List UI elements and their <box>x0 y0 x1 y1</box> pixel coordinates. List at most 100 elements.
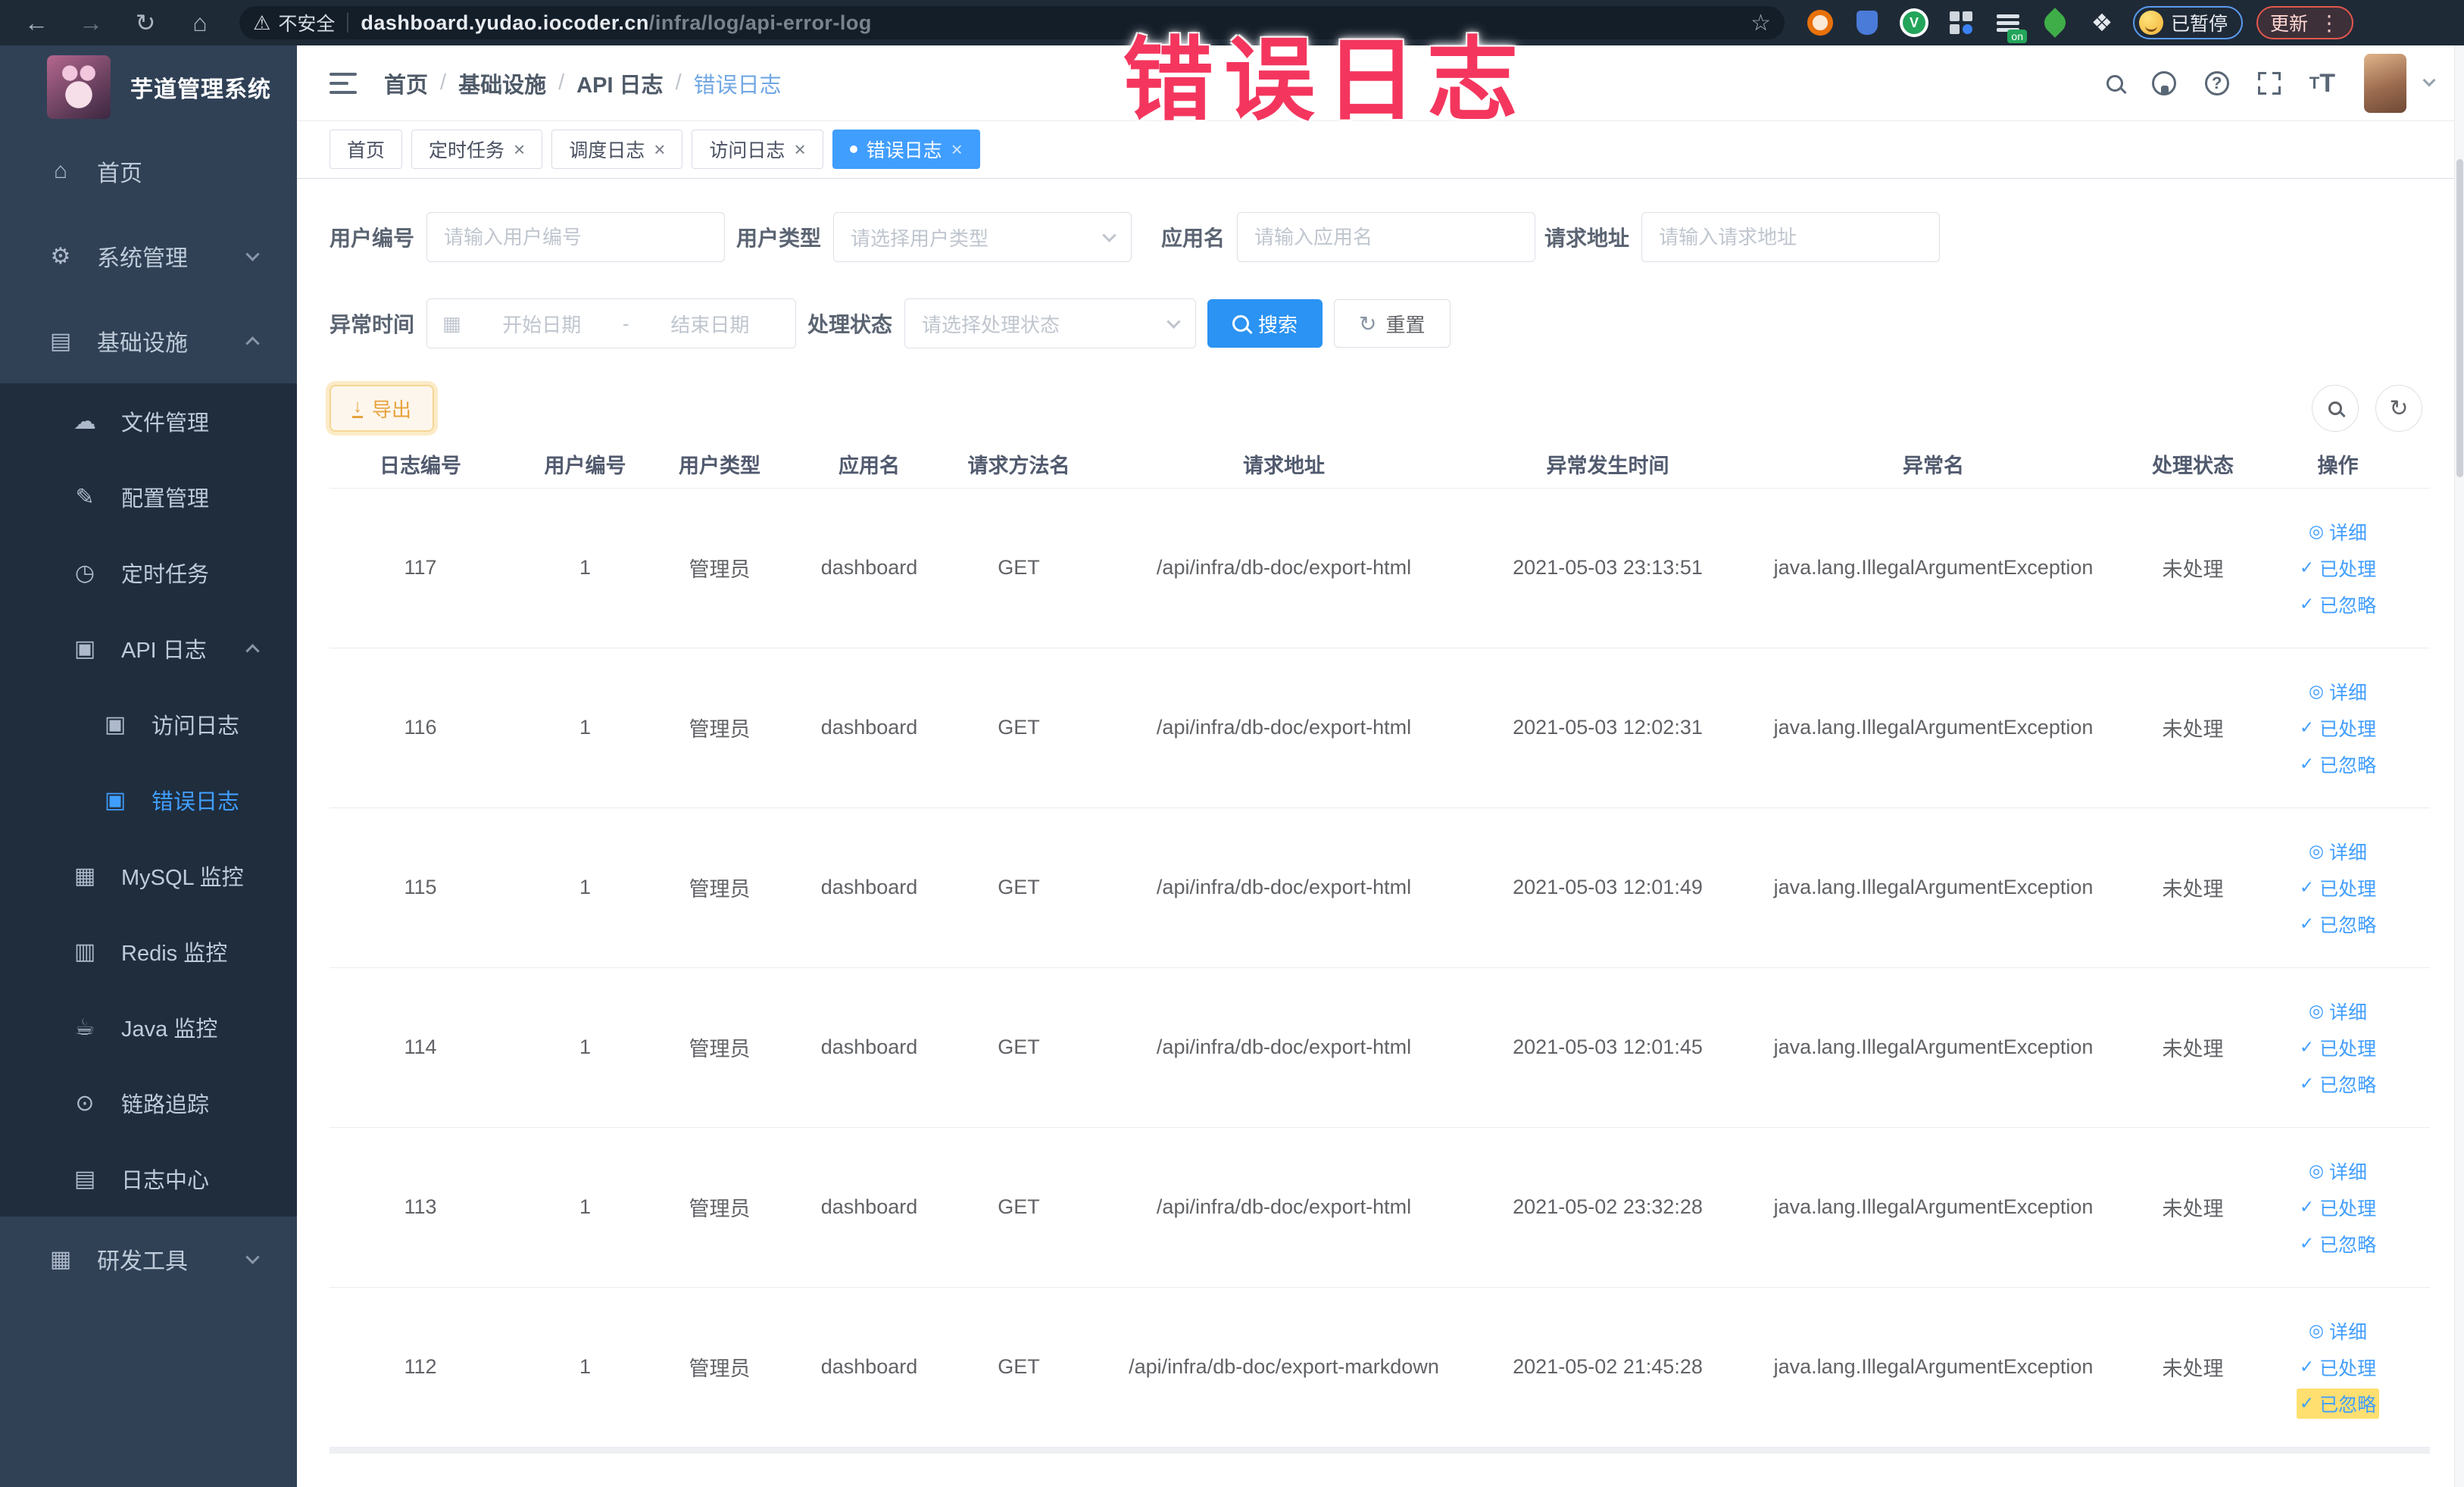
sidebar-item-文件管理[interactable]: ☁ 文件管理 <box>0 383 297 459</box>
mark-ignored-link[interactable]: ✓ 已忽略 <box>2297 909 2379 939</box>
detail-link[interactable]: ◎ 详细 <box>2306 1156 2370 1186</box>
forward-icon[interactable]: → <box>71 9 111 37</box>
sidebar-item-错误日志[interactable]: ▣ 错误日志 <box>0 762 297 838</box>
mark-processed-link[interactable]: ✓ 已处理 <box>2297 873 2379 903</box>
detail-link[interactable]: ◎ 详细 <box>2306 996 2370 1026</box>
github-icon[interactable] <box>2151 70 2176 95</box>
tab-访问日志[interactable]: 访问日志 × <box>692 130 823 169</box>
mark-ignored-link[interactable]: ✓ 已忽略 <box>2297 749 2379 779</box>
mark-processed-link[interactable]: ✓ 已处理 <box>2297 1032 2379 1063</box>
mark-ignored-link[interactable]: ✓ 已忽略 <box>2297 589 2379 620</box>
toggle-search-button[interactable] <box>2312 385 2359 432</box>
breadcrumb-item[interactable]: 首页 <box>384 67 428 99</box>
sidebar-item-链路追踪[interactable]: ⊙ 链路追踪 <box>0 1065 297 1141</box>
sidebar-item-日志中心[interactable]: ▤ 日志中心 <box>0 1141 297 1217</box>
check-icon: ✓ <box>2299 914 2315 933</box>
user-avatar[interactable] <box>2364 53 2406 113</box>
breadcrumb-item[interactable]: API 日志 <box>576 67 663 99</box>
check-icon: ✓ <box>2299 1233 2315 1253</box>
cell-method: GET <box>958 488 1079 648</box>
mark-ignored-link[interactable]: ✓ 已忽略 <box>2297 1069 2379 1099</box>
close-icon[interactable]: × <box>514 139 525 159</box>
user-id-input[interactable] <box>426 212 726 262</box>
search-button[interactable]: 搜索 <box>1207 299 1323 348</box>
sidebar-item-label: 定时任务 <box>121 563 210 587</box>
sidebar-item-基础设施[interactable]: ▤ 基础设施 <box>0 298 297 383</box>
browser-menu-kebab-icon[interactable]: ⋮ <box>2319 11 2340 36</box>
chevron-down-icon[interactable] <box>2422 73 2436 86</box>
sidebar: 芋道管理系统 ⌂ 首页 ⚙ 系统管理 ▤ 基础设施 ☁ 文件管理 ✎ 配置管理 ◷ 定时任务 ▣ API … <box>0 45 297 1487</box>
close-icon[interactable]: × <box>794 139 805 159</box>
tab-错误日志[interactable]: 错误日志 × <box>832 130 980 169</box>
bookmark-star-icon[interactable]: ☆ <box>1750 10 1771 36</box>
help-icon[interactable]: ? <box>2204 70 2229 95</box>
sidebar-item-label: 访问日志 <box>151 714 240 739</box>
cell-user_id: 1 <box>511 648 659 808</box>
user-type-select[interactable]: 请选择用户类型 <box>833 212 1132 262</box>
reload-icon[interactable]: ↻ <box>126 8 165 37</box>
sidebar-item-配置管理[interactable]: ✎ 配置管理 <box>0 459 297 535</box>
extension-grid-icon[interactable] <box>1945 7 1977 39</box>
close-icon[interactable]: × <box>654 139 665 159</box>
search-icon[interactable] <box>2106 74 2123 92</box>
extension-leaf-icon[interactable] <box>2039 7 2071 39</box>
reset-button[interactable]: ↻ 重置 <box>1334 299 1451 348</box>
mark-processed-link[interactable]: ✓ 已处理 <box>2297 1192 2379 1223</box>
breadcrumb-item[interactable]: 基础设施 <box>458 67 546 99</box>
detail-link[interactable]: ◎ 详细 <box>2306 676 2370 707</box>
sidebar-item-研发工具[interactable]: ▦ 研发工具 <box>0 1217 297 1301</box>
sidebar-item-API 日志[interactable]: ▣ API 日志 <box>0 611 297 686</box>
mark-ignored-link[interactable]: ✓ 已忽略 <box>2296 1388 2380 1419</box>
scrollbar-thumb[interactable] <box>2456 159 2463 477</box>
sidebar-item-MySQL 监控[interactable]: ▦ MySQL 监控 <box>0 838 297 914</box>
detail-link[interactable]: ◎ 详细 <box>2306 836 2370 867</box>
filter-row-1: 用户编号 用户类型 请选择用户类型 应用名 请求地址 <box>329 212 2431 262</box>
cell-exception: java.lang.IllegalArgumentException <box>1727 1127 2140 1288</box>
cell-time: 2021-05-03 12:02:31 <box>1488 648 1727 808</box>
detail-link[interactable]: ◎ 详细 <box>2306 517 2370 547</box>
mark-processed-link[interactable]: ✓ 已处理 <box>2297 1352 2379 1382</box>
page-scrollbar[interactable] <box>2454 45 2464 1487</box>
mark-processed-link[interactable]: ✓ 已处理 <box>2297 553 2379 583</box>
fullscreen-icon[interactable] <box>2255 69 2283 97</box>
address-bar[interactable]: ⚠ 不安全 dashboard.yudao.iocoder.cn/infra/l… <box>239 6 1785 39</box>
collapse-sidebar-icon[interactable] <box>329 72 357 94</box>
extension-on-toggle-icon[interactable]: on <box>1992 7 2027 43</box>
sidebar-menu: ⌂ 首页 ⚙ 系统管理 ▤ 基础设施 ☁ 文件管理 ✎ 配置管理 ◷ 定时任务 ▣ API 日志 ▣ 访问日志… <box>0 129 297 1301</box>
extension-vue-icon[interactable]: V <box>1898 7 1930 39</box>
sidebar-item-Redis 监控[interactable]: ▥ Redis 监控 <box>0 914 297 989</box>
refresh-table-button[interactable]: ↻ <box>2375 385 2422 432</box>
sidebar-item-访问日志[interactable]: ▣ 访问日志 <box>0 686 297 762</box>
app-name-input[interactable] <box>1237 212 1536 262</box>
process-status-select[interactable]: 请选择处理状态 <box>904 298 1197 348</box>
back-icon[interactable]: ← <box>17 9 56 37</box>
security-warning-icon[interactable]: ⚠ <box>253 11 270 35</box>
exception-time-range-picker[interactable]: ▦ 开始日期 - 结束日期 <box>426 298 797 348</box>
sidebar-item-定时任务[interactable]: ◷ 定时任务 <box>0 535 297 611</box>
sidebar-item-Java 监控[interactable]: ☕ Java 监控 <box>0 989 297 1065</box>
detail-link[interactable]: ◎ 详细 <box>2306 1316 2370 1346</box>
extensions-puzzle-icon[interactable]: ❖ <box>2086 7 2118 39</box>
tab-首页[interactable]: 首页 <box>329 130 403 169</box>
app-logo-image <box>47 55 111 119</box>
extension-target-icon[interactable] <box>1804 7 1836 39</box>
cell-method: GET <box>958 808 1079 968</box>
app-logo-row[interactable]: 芋道管理系统 <box>0 45 297 129</box>
action-label: 已处理 <box>2319 1198 2377 1220</box>
tab-定时任务[interactable]: 定时任务 × <box>411 130 543 169</box>
tab-调度日志[interactable]: 调度日志 × <box>551 130 683 169</box>
sidebar-item-系统管理[interactable]: ⚙ 系统管理 <box>0 214 297 298</box>
chevron-up-icon <box>245 643 260 658</box>
browser-home-icon[interactable]: ⌂ <box>180 9 220 37</box>
request-url-input[interactable] <box>1641 212 1941 262</box>
font-size-icon[interactable]: TT <box>2309 70 2335 96</box>
column-header-请求方法名: 请求方法名 <box>958 441 1079 489</box>
close-icon[interactable]: × <box>951 139 963 159</box>
export-button[interactable]: ↓ 导出 <box>329 385 435 432</box>
extension-shield-icon[interactable] <box>1851 7 1883 39</box>
mark-processed-link[interactable]: ✓ 已处理 <box>2297 713 2379 743</box>
browser-profile-chip[interactable]: 已暂停 <box>2133 6 2244 39</box>
sidebar-item-首页[interactable]: ⌂ 首页 <box>0 129 297 214</box>
browser-update-button[interactable]: 更新 ⋮ <box>2256 6 2354 39</box>
mark-ignored-link[interactable]: ✓ 已忽略 <box>2297 1229 2379 1259</box>
